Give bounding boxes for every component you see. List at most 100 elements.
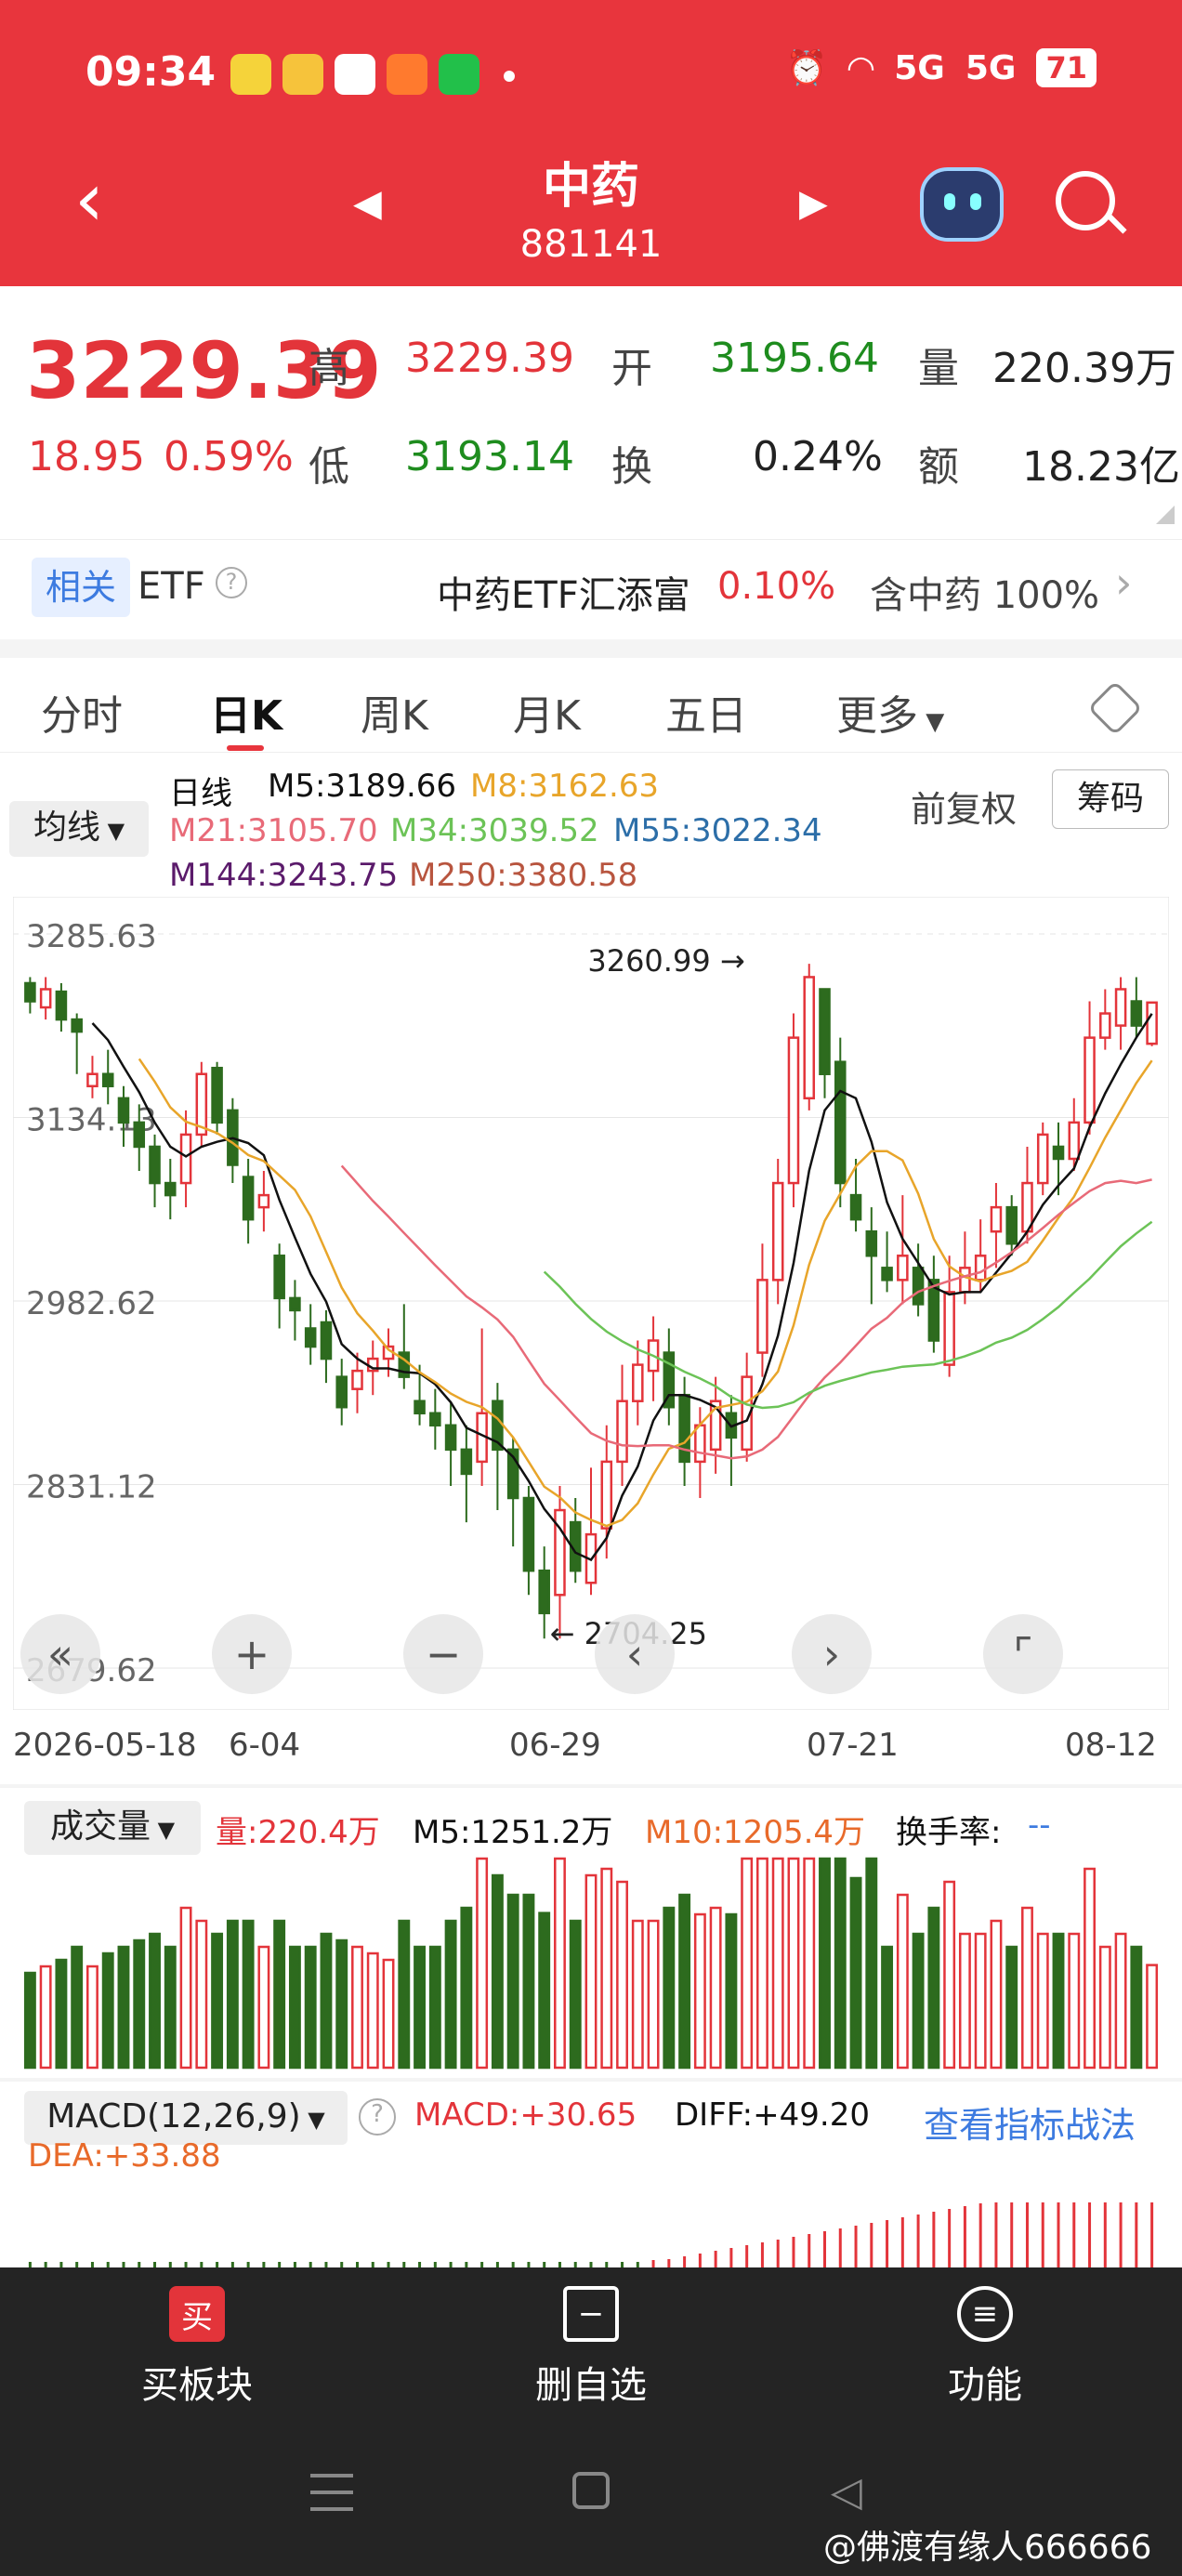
y-tick-label: 2982.62 <box>26 1285 157 1322</box>
tab-five-day[interactable]: 五日 <box>665 682 747 742</box>
signal-5g-1: 5G <box>894 48 945 87</box>
remove-watchlist-label: 删自选 <box>535 2364 647 2407</box>
volume-bar <box>1146 1964 1159 2070</box>
help-icon[interactable]: ? <box>216 567 247 598</box>
zoom-out-icon[interactable]: − <box>403 1614 483 1694</box>
volume-bar <box>943 1880 956 2070</box>
volume-bar <box>631 1919 644 2070</box>
scroll-left-icon[interactable]: ‹ <box>595 1614 675 1694</box>
app-icon <box>230 54 271 95</box>
candle-body <box>71 1018 83 1033</box>
tab-more[interactable]: 更多 ▼ <box>836 682 944 742</box>
candle-body <box>912 1267 925 1306</box>
candle-body <box>522 1496 535 1572</box>
candle-body <box>320 1321 333 1360</box>
help-icon[interactable]: ? <box>359 2098 396 2136</box>
candle-body <box>616 1400 628 1464</box>
candle-body <box>787 1036 800 1185</box>
legend-m250: M250:3380.58 <box>409 857 638 894</box>
candle-body <box>149 1145 161 1185</box>
function-label: 功能 <box>948 2364 1022 2407</box>
kline-chart[interactable]: 3285.633134.132982.622831.122679.623260.… <box>13 897 1169 1710</box>
candle-body <box>211 1066 223 1124</box>
tab-monthly-k[interactable]: 月K <box>513 682 581 742</box>
x-tick-3: 07-21 <box>807 1727 899 1764</box>
candle-body <box>881 1267 893 1281</box>
settings-icon[interactable] <box>1087 680 1143 736</box>
candle-body <box>1068 1121 1081 1161</box>
wifi-icon: ◠ <box>847 48 874 87</box>
volume-bar <box>444 1919 457 2070</box>
stock-code: 881141 <box>519 223 663 266</box>
related-etf-row[interactable]: 相关 ETF ? 中药ETF汇添富 0.10% 含中药 100% › <box>0 550 1182 636</box>
function-button[interactable]: ≡ 功能 <box>846 2286 1124 2409</box>
x-tick-0: 2026-05-18 <box>13 1727 197 1764</box>
buy-sector-button[interactable]: 买 买板块 <box>58 2286 336 2409</box>
candle-body <box>694 1424 706 1464</box>
volume-turnover-value: -- <box>1028 1807 1051 1844</box>
nav-home-icon[interactable] <box>572 2472 610 2509</box>
candle-body <box>538 1569 550 1615</box>
next-stock-icon[interactable]: ▶ <box>799 182 828 225</box>
app-icon <box>439 54 479 95</box>
volume-bar <box>663 1906 676 2070</box>
legend-m144: M144:3243.75 <box>169 857 399 894</box>
app-icon <box>387 54 427 95</box>
candle-body <box>959 1267 971 1294</box>
candle-body <box>39 988 52 1009</box>
robot-assistant-icon[interactable] <box>920 167 1004 242</box>
zoom-in-icon[interactable]: + <box>212 1614 292 1694</box>
rewind-icon[interactable]: « <box>20 1614 100 1694</box>
section-gap <box>0 639 1182 658</box>
nav-back-icon[interactable]: ◁ <box>831 2468 862 2516</box>
tab-daily-k[interactable]: 日K <box>210 682 282 742</box>
candle-body <box>273 1255 285 1300</box>
candle-body <box>55 990 68 1021</box>
nav-menu-icon[interactable] <box>310 2474 353 2511</box>
open-value: 3195.64 <box>710 335 879 382</box>
candle-body <box>897 1255 909 1281</box>
ma-select[interactable]: 均线 ▼ <box>9 801 149 857</box>
volume-bar <box>382 1958 395 2070</box>
expand-corner-icon[interactable] <box>1156 506 1175 524</box>
related-tag: 相关 <box>32 558 130 617</box>
candle-body <box>335 1375 348 1409</box>
tab-weekly-k[interactable]: 周K <box>361 682 428 742</box>
adjust-select[interactable]: 前复权 <box>911 781 1017 832</box>
volume-bar <box>195 1919 208 2070</box>
volume-turnover-label: 换手率: <box>896 1814 1002 1851</box>
fullscreen-icon[interactable]: ⌜ <box>983 1614 1063 1694</box>
volume-bar <box>71 1945 84 2070</box>
volume-bar <box>896 1893 909 2070</box>
low-label: 低 <box>309 443 349 491</box>
volume-bar <box>1098 1945 1111 2070</box>
volume-bar <box>1130 1945 1143 2070</box>
chips-button[interactable]: 筹码 <box>1052 769 1169 829</box>
etf-fund-pct: 0.10% <box>717 565 836 608</box>
amount-label: 额 <box>918 443 959 491</box>
tab-active-indicator <box>227 745 264 751</box>
volume-bar <box>584 1873 598 2070</box>
volume-bar <box>600 1867 613 2070</box>
volume-bar <box>974 1932 987 2070</box>
candle-body <box>974 1255 987 1281</box>
avatar-icon <box>335 54 375 95</box>
search-icon[interactable] <box>1056 171 1127 234</box>
volume-bar <box>1068 1932 1081 2070</box>
volume-bar <box>755 1857 768 2070</box>
x-tick-1: 6-04 <box>229 1727 301 1764</box>
app-header: 09:34 ⏰ ◠ 5G 5G 71 ‹ ◀ 中药 881141 ▶ <box>0 0 1182 286</box>
volume-bar <box>491 1873 504 2070</box>
volume-bar <box>1021 1906 1033 2070</box>
candle-body <box>164 1181 177 1197</box>
remove-watchlist-button[interactable]: − 删自选 <box>452 2286 730 2409</box>
volume-bar <box>912 1932 925 2070</box>
volume-indicator-select[interactable]: 成交量 ▼ <box>24 1801 201 1855</box>
signal-5g-2: 5G <box>965 48 1017 87</box>
scroll-right-icon[interactable]: › <box>792 1614 872 1694</box>
turnover-label: 换 <box>611 443 652 491</box>
tab-intraday[interactable]: 分时 <box>41 682 123 742</box>
dea-value: DEA:+33.88 <box>28 2137 221 2175</box>
candle-body <box>351 1369 363 1390</box>
indicator-strategy-link[interactable]: 查看指标战法 <box>924 2096 1136 2148</box>
